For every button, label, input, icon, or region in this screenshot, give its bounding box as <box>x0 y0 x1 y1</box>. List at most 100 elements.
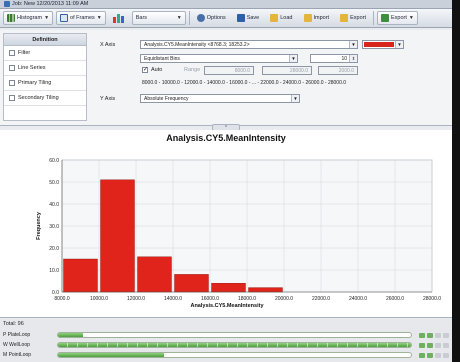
sidebar-item-filter[interactable]: Filter <box>4 46 86 61</box>
y-tick-label: 50.0 <box>49 180 59 186</box>
plate-loop-row: P PlateLoop <box>3 331 449 339</box>
total-count: Total: 96 <box>3 321 24 327</box>
toolbar-separator <box>373 11 374 25</box>
folder-icon <box>270 14 279 22</box>
progress-fill <box>58 353 165 357</box>
chevron-down-icon: ▼ <box>408 15 414 21</box>
import-icon <box>303 14 312 22</box>
loop-controls[interactable] <box>419 342 449 348</box>
chevron-down-icon: ▼ <box>291 95 299 102</box>
sidebar-item-line-series[interactable]: Line Series <box>4 61 86 76</box>
chevron-down-icon: ▼ <box>349 41 357 48</box>
binning-select[interactable]: Equidistant Bins ▼ <box>140 54 298 63</box>
axis-form: X Axis Analysis.CY5.MeanIntensity <8768.… <box>92 33 450 123</box>
histogram-bar <box>100 179 135 293</box>
x-tick-label: 28000.0 <box>423 296 441 302</box>
chevron-down-icon: ▼ <box>176 15 182 21</box>
x-axis-select[interactable]: Analysis.CY5.MeanIntensity <8768.3; 1825… <box>140 40 358 49</box>
chevron-down-icon: ▼ <box>96 15 102 21</box>
export-label: Export <box>350 15 366 21</box>
auto-checkbox[interactable] <box>142 67 148 73</box>
options-label: Options <box>206 15 226 21</box>
stepper-arrows-icon: ⇕ <box>349 55 357 62</box>
well-loop-progress <box>57 342 412 348</box>
x-tick-label: 14000.0 <box>164 296 182 302</box>
loop-name: PointLoop <box>8 352 32 358</box>
y-tick-label: 20.0 <box>49 246 59 252</box>
y-tick-label: 30.0 <box>49 224 59 230</box>
sidebar-item-label: Line Series <box>18 65 46 71</box>
histogram-bar <box>248 287 283 293</box>
save-button[interactable]: Save <box>233 11 264 25</box>
primary-tiling-checkbox[interactable] <box>9 80 15 86</box>
chart-area: Analysis.CY5.MeanIntensity 0.0 10.0 20.0 30… <box>0 130 452 318</box>
chevron-down-icon: ▼ <box>395 41 403 48</box>
frames-dropdown[interactable]: of Frames ▼ <box>56 11 106 25</box>
bins-stepper[interactable]: 10 ⇕ <box>310 54 358 63</box>
sidebar-item-primary-tiling[interactable]: Primary Tiling <box>4 76 86 91</box>
export-icon <box>340 14 349 22</box>
load-button[interactable]: Load <box>266 11 296 25</box>
gear-icon <box>196 14 205 22</box>
well-loop-label: W WellLoop <box>3 342 54 348</box>
toolbar: Histogram ▼ of Frames ▼ Bars ▼ Options S… <box>0 9 452 28</box>
bar-chart-button[interactable] <box>109 11 129 25</box>
x-tick-label: 26000.0 <box>386 296 404 302</box>
histogram-dropdown[interactable]: Histogram ▼ <box>3 11 54 25</box>
point-loop-row: M PointLoop <box>3 351 449 359</box>
import-button[interactable]: Import <box>300 11 334 25</box>
x-tick-label: 8000.0 <box>54 296 70 302</box>
bars-dropdown[interactable]: Bars ▼ <box>131 11 186 25</box>
binning-value: Equidistant Bins <box>144 55 180 62</box>
toolbar-separator <box>188 11 190 25</box>
range-from-field[interactable]: 8000.0 <box>204 66 254 75</box>
histogram-label: Histogram <box>17 15 43 21</box>
range-to-field[interactable]: 28000.0 <box>262 66 312 75</box>
definition-panel: Definition Filter Line Series Primary Ti… <box>0 30 452 126</box>
load-label: Load <box>280 15 293 21</box>
loop-controls[interactable] <box>419 332 449 338</box>
line-series-checkbox[interactable] <box>9 65 15 71</box>
status-panel: Total: 96 P PlateLoop W WellLoop M Point… <box>0 319 452 362</box>
options-button[interactable]: Options <box>193 11 230 25</box>
bar-chart-icon <box>112 14 124 23</box>
histogram-bar <box>211 282 246 293</box>
frames-icon <box>60 14 69 22</box>
histogram-chart: 0.010.020.030.040.050.060.08000.0 10000.0… <box>36 158 441 309</box>
export-button[interactable]: Export <box>336 11 370 25</box>
plate-loop-label: P PlateLoop <box>3 332 54 338</box>
auto-label: Auto <box>151 67 163 73</box>
x-tick-label: 16000.0 <box>201 296 219 302</box>
progress-fill <box>58 333 83 337</box>
x-axis-value: Analysis.CY5.MeanIntensity <8768.3; 1825… <box>144 41 250 48</box>
export-dropdown[interactable]: Export ▼ <box>377 11 418 25</box>
histogram-bar <box>137 256 172 293</box>
bins-value: 10 <box>341 55 347 62</box>
y-tick-label: 40.0 <box>49 202 59 208</box>
bin-edges-text: 8000.0 - 10000.0 - 12000.0 - 14000.0 - 1… <box>142 80 347 86</box>
loop-controls[interactable] <box>419 352 449 358</box>
bars-label: Bars <box>135 15 148 21</box>
definition-header[interactable]: Definition <box>4 34 86 46</box>
secondary-tiling-checkbox[interactable] <box>9 95 15 101</box>
x-tick-label: 22000.0 <box>312 296 330 302</box>
frames-label: of Frames <box>70 15 95 21</box>
y-axis-title: Frequency <box>36 211 42 240</box>
sidebar-item-label: Secondary Tiling <box>18 95 59 101</box>
plate-loop-progress <box>57 332 412 338</box>
range-from-value: 8000.0 <box>234 67 250 74</box>
range-step-field[interactable]: 2000.0 <box>318 66 358 75</box>
x-tick-label: 12000.0 <box>127 296 145 302</box>
save-label: Save <box>246 15 260 21</box>
color-picker[interactable]: ▼ <box>362 40 404 49</box>
filter-checkbox[interactable] <box>9 50 15 56</box>
range-label: Range <box>184 67 201 73</box>
range-to-value: 28000.0 <box>289 67 308 74</box>
y-axis-select[interactable]: Absolute Frequency ▼ <box>140 94 300 103</box>
color-swatch <box>364 42 394 47</box>
application-window: Job: New 12/20/2013 11:09 AM Histogram ▼… <box>0 0 452 362</box>
loop-name: PlateLoop <box>7 332 31 338</box>
y-tick-label: 60.0 <box>49 158 59 164</box>
sidebar-item-secondary-tiling[interactable]: Secondary Tiling <box>4 91 86 106</box>
sidebar-item-label: Primary Tiling <box>18 80 52 86</box>
